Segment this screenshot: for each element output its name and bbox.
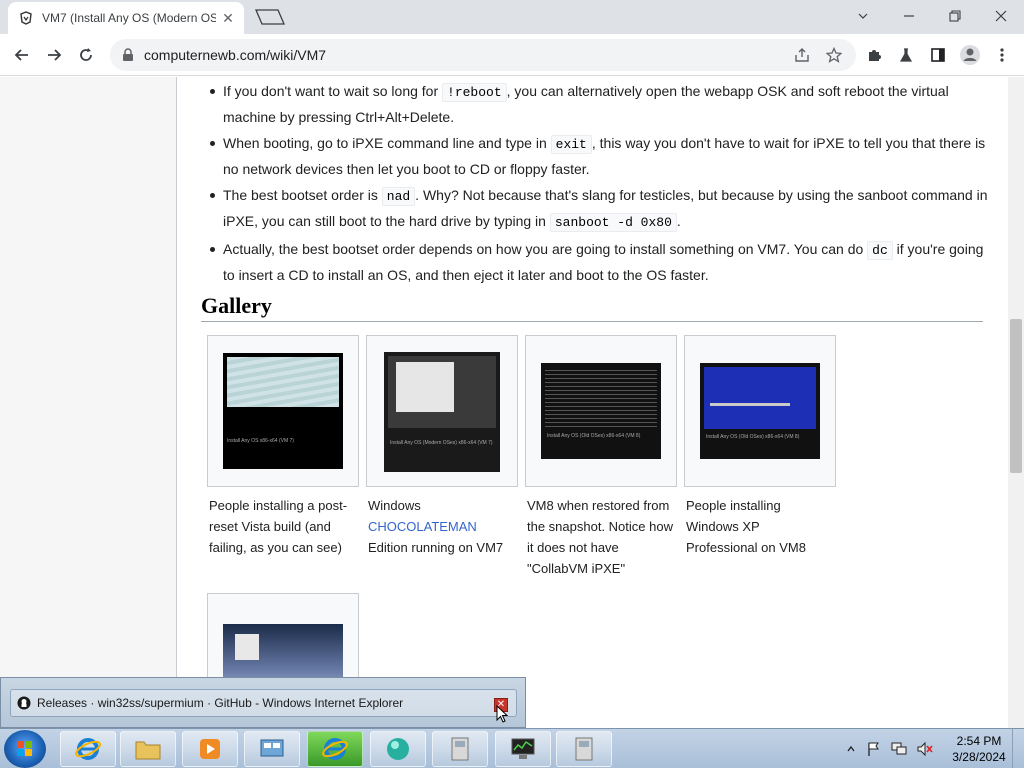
- labs-flask-icon[interactable]: [892, 41, 920, 69]
- gallery-item[interactable]: Install Any OS (Old OSes) x86-x64 (VM 8): [684, 335, 836, 487]
- clock-date: 3/28/2024: [952, 750, 1006, 764]
- taskbar-ie-button[interactable]: [60, 731, 116, 767]
- code-snippet: !reboot: [442, 83, 507, 102]
- code-snippet: nad: [381, 187, 416, 206]
- preview-title: Releases · win32ss/supermium · GitHub - …: [37, 696, 404, 710]
- list-item: The best bootset order is nad. Why? Not …: [204, 183, 989, 235]
- volume-muted-icon[interactable]: [916, 741, 934, 757]
- gallery-heading: Gallery: [201, 293, 983, 322]
- tab-close-icon[interactable]: ✕: [220, 10, 236, 26]
- wiki-favicon-icon: [20, 11, 32, 25]
- side-panel-icon[interactable]: [924, 41, 952, 69]
- url-text: computernewb.com/wiki/VM7: [144, 47, 327, 63]
- network-icon[interactable]: [890, 741, 908, 757]
- gallery-thumbnail[interactable]: Install Any OS (Old OSes) x86-x64 (VM 8): [700, 363, 820, 459]
- wiki-sidebar: [0, 77, 177, 728]
- taskbar-monitor-button[interactable]: [495, 731, 551, 767]
- mouse-cursor-icon: [496, 705, 509, 723]
- code-snippet: sanboot -d 0x80: [549, 213, 677, 232]
- page-scrollbar[interactable]: [1008, 77, 1024, 728]
- system-monitor-icon: [511, 738, 535, 759]
- minimize-icon[interactable]: [886, 2, 932, 30]
- gallery-caption: People installing a post-reset Vista bui…: [209, 498, 348, 555]
- system-tray: 2:54 PM 3/28/2024: [844, 729, 1024, 768]
- tips-list: If you don't want to wait so long for !r…: [204, 79, 989, 289]
- internet-explorer-icon: [322, 738, 348, 760]
- github-icon: [17, 696, 31, 710]
- list-item: If you don't want to wait so long for !r…: [204, 79, 989, 129]
- gallery-item[interactable]: Install Any OS (Modern OSes) x86-x64 (VM…: [366, 335, 518, 487]
- code-snippet: exit: [550, 135, 592, 154]
- clock-time: 2:54 PM: [956, 734, 1002, 748]
- lock-icon[interactable]: [122, 48, 134, 62]
- scrollbar-thumb[interactable]: [1010, 319, 1022, 473]
- gallery-thumbnail[interactable]: Install Any OS (Modern OSes) x86-x64 (VM…: [384, 352, 500, 472]
- tab-strip: VM7 (Install Any OS (Modern OS ✕: [0, 0, 1024, 34]
- back-icon[interactable]: [8, 41, 36, 69]
- show-hidden-icons-icon[interactable]: [846, 744, 856, 754]
- menu-kebab-icon[interactable]: [988, 41, 1016, 69]
- taskbar-preview-popup[interactable]: Releases · win32ss/supermium · GitHub - …: [0, 677, 526, 728]
- extensions-icon[interactable]: [860, 41, 888, 69]
- gallery-thumbnail[interactable]: Install Any OS (Old OSes) x86-x64 (VM 8): [541, 363, 661, 459]
- bookmark-star-icon[interactable]: [820, 41, 848, 69]
- address-bar[interactable]: computernewb.com/wiki/VM7: [110, 39, 856, 71]
- preview-title-bar[interactable]: Releases · win32ss/supermium · GitHub - …: [10, 689, 517, 717]
- reload-icon[interactable]: [72, 41, 100, 69]
- gallery-caption: VM8 when restored from the snapshot. Not…: [527, 498, 673, 576]
- tab-title: VM7 (Install Any OS (Modern OS: [42, 11, 216, 25]
- installer-icon: [575, 737, 593, 761]
- profile-avatar-icon[interactable]: [956, 41, 984, 69]
- taskbar-installer-button[interactable]: [432, 731, 488, 767]
- taskbar-ie-active-button[interactable]: [307, 731, 363, 767]
- action-center-flag-icon[interactable]: [866, 741, 882, 757]
- new-tab-icon[interactable]: [252, 6, 288, 28]
- folder-icon: [135, 741, 161, 760]
- list-item: Actually, the best bootset order depends…: [204, 237, 989, 287]
- share-icon[interactable]: [788, 41, 816, 69]
- taskbar-media-player-button[interactable]: [182, 731, 238, 767]
- start-button[interactable]: [4, 730, 46, 768]
- code-snippet: dc: [867, 241, 893, 260]
- green-orb-icon: [387, 738, 409, 760]
- gallery-item[interactable]: Install Any OS (Old OSes) x86-x64 (VM 8): [525, 335, 677, 487]
- restore-icon[interactable]: [932, 2, 978, 30]
- close-window-icon[interactable]: [978, 2, 1024, 30]
- windows-taskbar: 2:54 PM 3/28/2024: [0, 728, 1024, 768]
- list-item: When booting, go to iPXE command line an…: [204, 131, 989, 181]
- tab-vm7[interactable]: VM7 (Install Any OS (Modern OS ✕: [8, 2, 244, 34]
- taskbar-app-button[interactable]: [370, 731, 426, 767]
- windows-logo-icon: [17, 741, 32, 756]
- taskbar-clock[interactable]: 2:54 PM 3/28/2024: [946, 733, 1012, 765]
- gallery-thumbnail[interactable]: Install Any OS x86-x64 (VM 7): [223, 353, 343, 469]
- media-player-icon: [200, 739, 220, 759]
- gallery-caption: Windows CHOCOLATEMAN Edition running on …: [368, 498, 504, 555]
- internet-explorer-icon: [75, 738, 101, 760]
- wiki-content: If you don't want to wait so long for !r…: [178, 77, 1008, 728]
- forward-icon[interactable]: [40, 41, 68, 69]
- gallery-caption: People installing Windows XP Professiona…: [686, 498, 806, 555]
- gallery-item[interactable]: Install Any OS x86-x64 (VM 7): [207, 335, 359, 487]
- taskbar-installer-button-2[interactable]: [556, 731, 612, 767]
- browser-toolbar: computernewb.com/wiki/VM7: [0, 34, 1024, 76]
- control-panel-icon: [260, 739, 284, 757]
- show-desktop-button[interactable]: [1012, 729, 1024, 768]
- taskbar-control-panel-button[interactable]: [244, 731, 300, 767]
- taskbar-explorer-button[interactable]: [120, 731, 176, 767]
- tab-search-icon[interactable]: [840, 2, 886, 30]
- installer-icon: [451, 737, 469, 761]
- chocolateman-link[interactable]: CHOCOLATEMAN: [368, 519, 477, 534]
